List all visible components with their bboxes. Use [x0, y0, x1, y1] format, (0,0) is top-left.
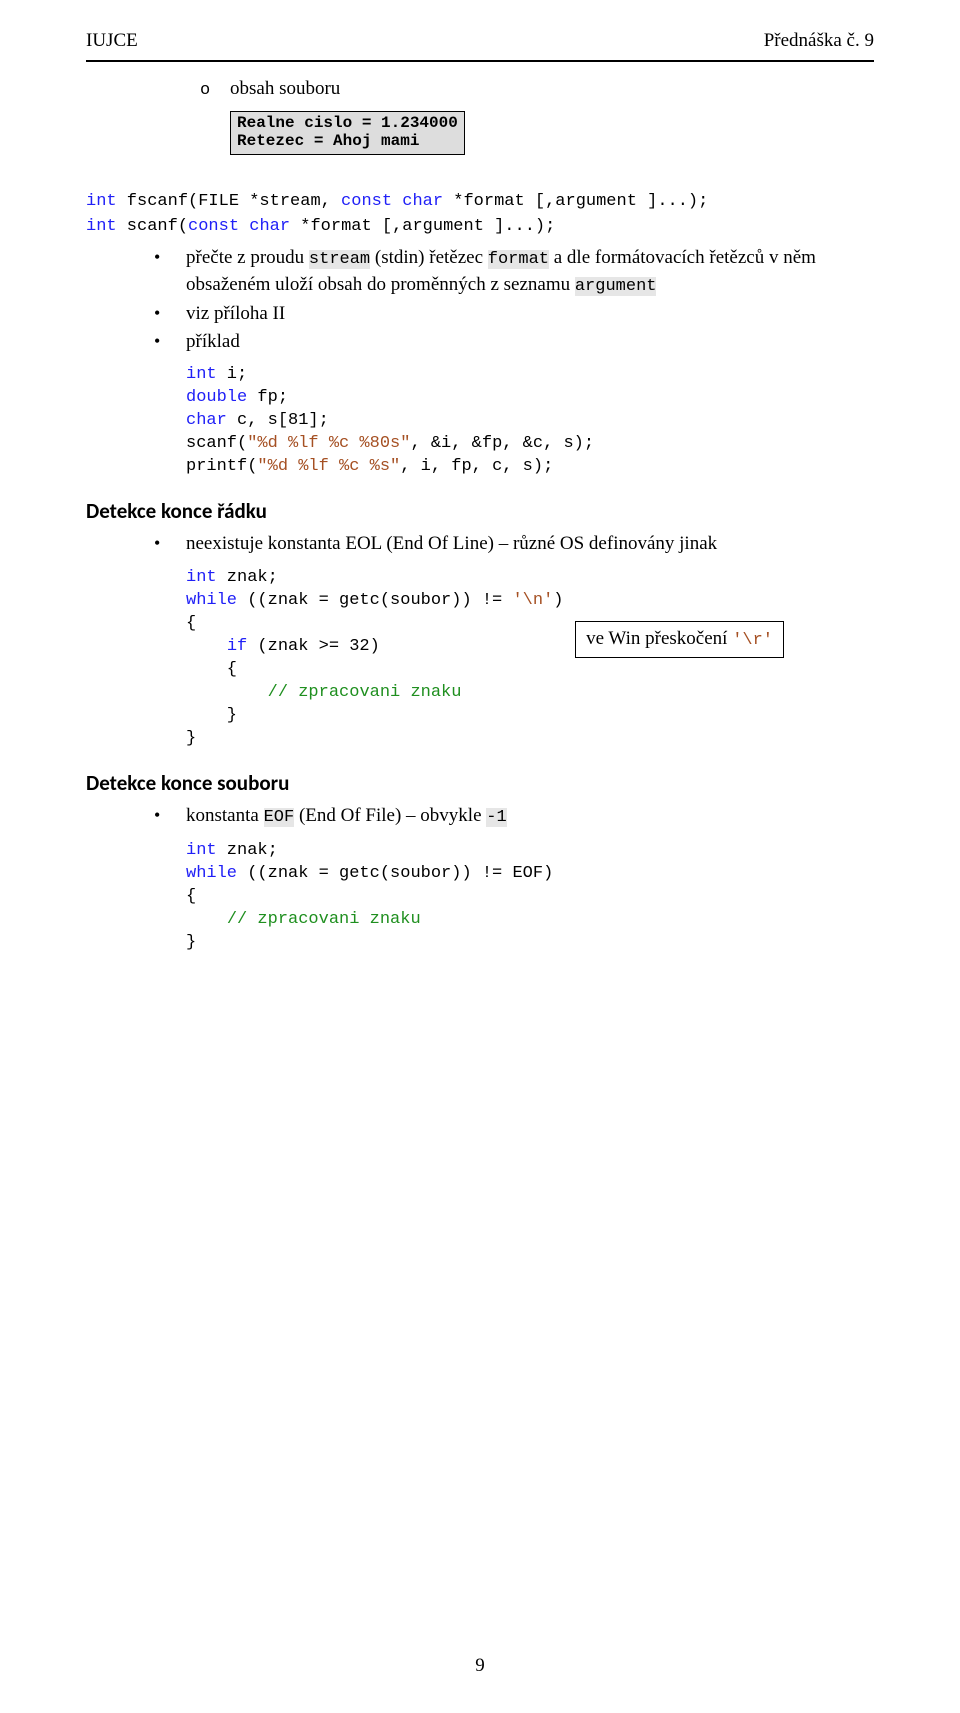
sp [186, 910, 227, 929]
line-end-code: int znak; while ((znak = getc(soubor)) !… [186, 567, 874, 751]
eof-bullets: konstanta EOF (End Of File) – obvykle -1 [154, 803, 874, 830]
header-right: Přednáška č. 9 [764, 28, 874, 54]
sp [186, 683, 268, 702]
sb-pre: ve Win přeskočení [586, 628, 732, 649]
kw-int: int [86, 192, 117, 211]
str: "%d %lf %c %80s" [247, 434, 410, 453]
console-line-2: Retezec = Ahoj mami [237, 132, 419, 150]
bullet-1: přečte z proudu stream (stdin) řetězec f… [154, 245, 874, 299]
kw: while [186, 591, 237, 610]
bullet-eol: neexistuje konstanta EOL (End Of Line) –… [154, 531, 874, 557]
line-end-bullets: neexistuje konstanta EOL (End Of Line) –… [154, 531, 874, 557]
kw: char [186, 411, 227, 430]
kw-char: char [402, 192, 443, 211]
c: znak; [217, 568, 278, 587]
sig-text: scanf( [117, 217, 188, 236]
b1-pre: přečte z proudu [186, 247, 309, 268]
c: fp; [247, 388, 288, 407]
kw: if [227, 637, 247, 656]
side-note-box: ve Win přeskočení '\r' [575, 621, 784, 658]
c: scanf( [186, 434, 247, 453]
cmt: // zpracovani znaku [268, 683, 462, 702]
console-line-1: Realne cislo = 1.234000 [237, 114, 458, 132]
code-neg1: -1 [486, 808, 506, 827]
pre: konstanta [186, 805, 264, 826]
kw-int: int [86, 217, 117, 236]
c: (znak >= 32) [247, 637, 380, 656]
header-left: IUJCE [86, 28, 138, 54]
kw-const: const [341, 192, 392, 211]
heading-eof: Detekce konce souboru [86, 769, 874, 797]
c: ((znak = getc(soubor)) != [237, 591, 512, 610]
kw: int [186, 568, 217, 587]
c: c, s[81]; [227, 411, 329, 430]
bullet-3: příklad [154, 329, 874, 355]
space [392, 192, 402, 211]
code-eof: EOF [264, 808, 295, 827]
space [239, 217, 249, 236]
console-box: Realne cislo = 1.234000 Retezec = Ahoj m… [230, 111, 465, 156]
b1-m1: (stdin) řetězec [370, 247, 488, 268]
fscanf-signature: int fscanf(FILE *stream, const char *for… [86, 191, 874, 214]
c: , i, fp, c, s); [400, 457, 553, 476]
c: znak; [217, 841, 278, 860]
sig-end: *format [,argument ]...); [290, 217, 555, 236]
obsah-text: obsah souboru [230, 76, 340, 102]
b3-text: příklad [186, 331, 240, 352]
c: i; [217, 365, 248, 384]
sig-end: *format [,argument ]...); [443, 192, 708, 211]
kw-char: char [249, 217, 290, 236]
c: } [186, 729, 196, 748]
str: "%d %lf %c %s" [257, 457, 400, 476]
c: ) [553, 591, 563, 610]
heading-line-end: Detekce konce řádku [86, 497, 874, 525]
sb-code: '\r' [732, 631, 773, 650]
code-argument: argument [575, 277, 657, 296]
example-code-block: int i; double fp; char c, s[81]; scanf("… [186, 364, 874, 479]
sig-text: fscanf(FILE *stream, [117, 192, 341, 211]
code-format: format [488, 250, 549, 269]
mid: (End Of File) – obvykle [294, 805, 486, 826]
eof-code: int znak; while ((znak = getc(soubor)) !… [186, 840, 874, 955]
list-marker-o: o [200, 80, 230, 103]
kw: double [186, 388, 247, 407]
obsah-row: o obsah souboru [200, 76, 874, 103]
cmt: // zpracovani znaku [227, 910, 421, 929]
code-stream: stream [309, 250, 370, 269]
c: } [186, 933, 196, 952]
bullet-2: viz příloha II [154, 301, 874, 327]
kw: int [186, 841, 217, 860]
c: { [186, 614, 196, 633]
b2-text: viz příloha II [186, 303, 285, 324]
page-header: IUJCE Přednáška č. 9 [86, 28, 874, 54]
b-text: neexistuje konstanta EOL (End Of Line) –… [186, 533, 717, 554]
bullet-eof: konstanta EOF (End Of File) – obvykle -1 [154, 803, 874, 830]
str: '\n' [512, 591, 553, 610]
page-number: 9 [0, 1653, 960, 1679]
sp [186, 637, 227, 656]
c: ((znak = getc(soubor)) != EOF) [237, 864, 553, 883]
c: } [186, 706, 237, 725]
c: { [186, 887, 196, 906]
header-rule [86, 60, 874, 62]
kw: int [186, 365, 217, 384]
c: { [186, 660, 237, 679]
kw-const: const [188, 217, 239, 236]
c: , &i, &fp, &c, s); [410, 434, 594, 453]
scanf-signature: int scanf(const char *format [,argument … [86, 216, 874, 239]
fscanf-bullets: přečte z proudu stream (stdin) řetězec f… [154, 245, 874, 354]
c: printf( [186, 457, 257, 476]
kw: while [186, 864, 237, 883]
